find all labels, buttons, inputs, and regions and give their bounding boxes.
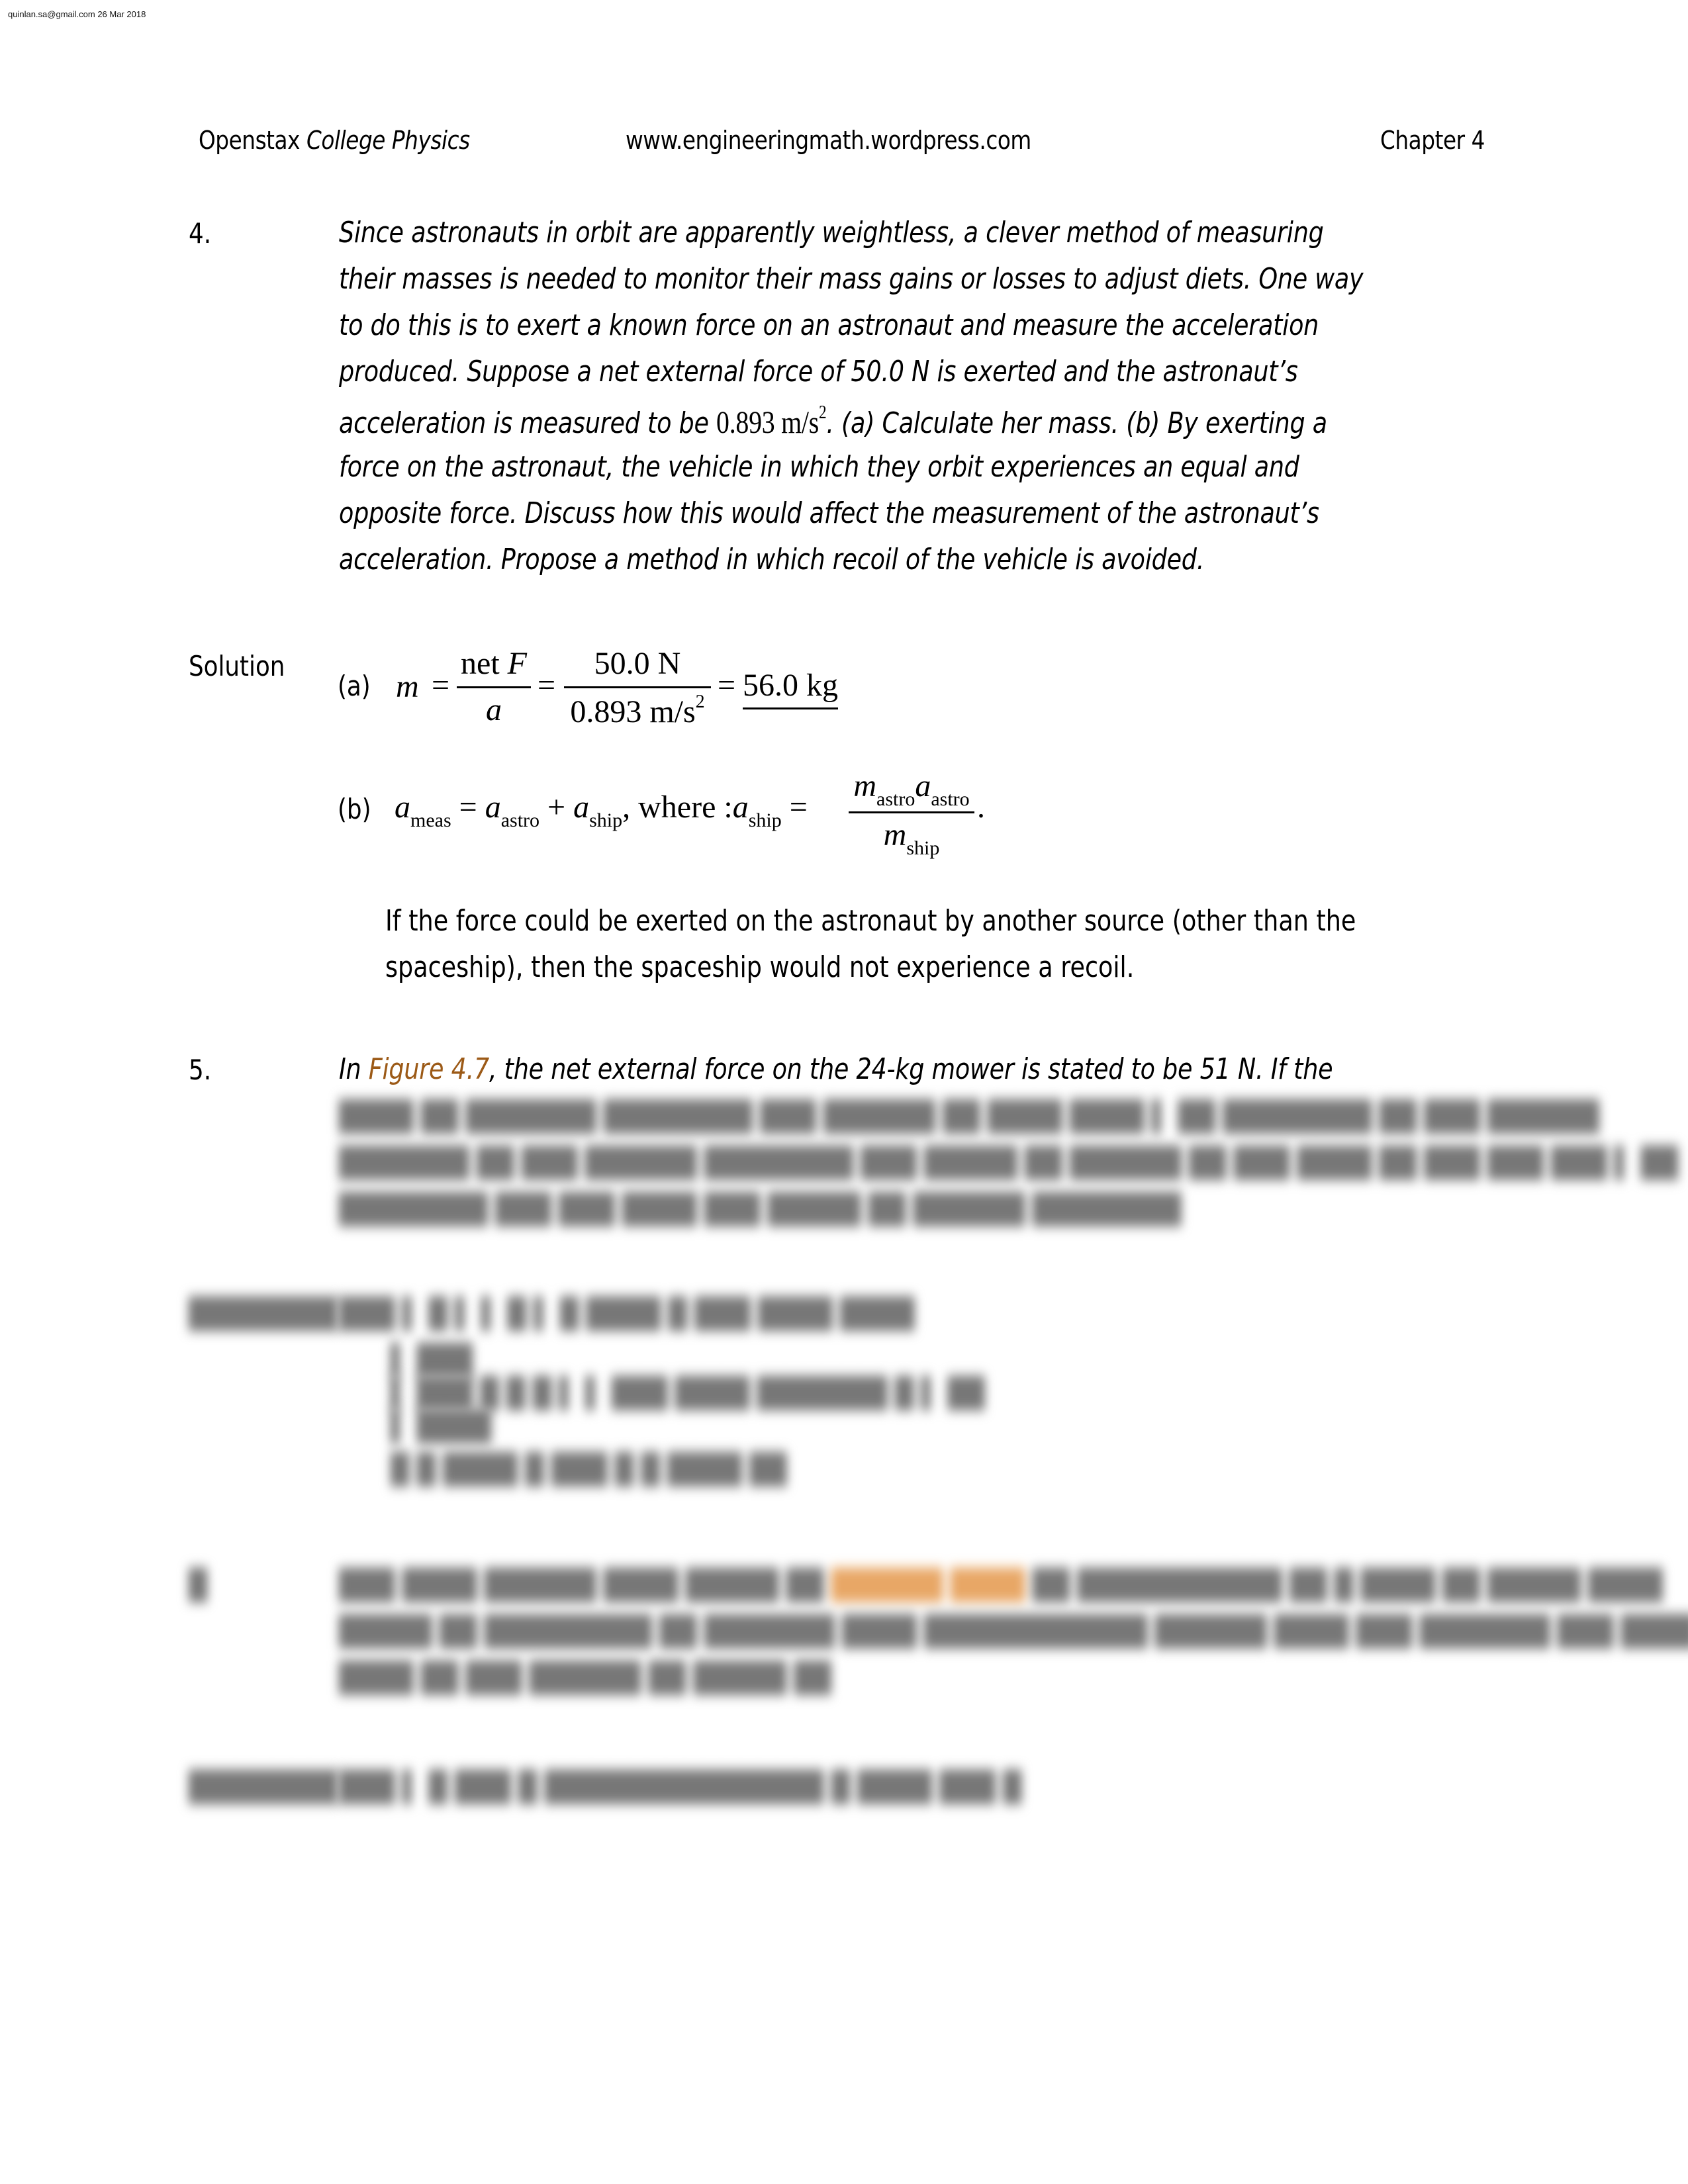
fraction-force-over-acceleration: 50.0 N 0.893 m/s2: [564, 645, 711, 731]
equals-sign: =: [538, 668, 556, 703]
fraction-denominator: a: [486, 692, 502, 727]
problem-text-line: opposite force. Discuss how this would a…: [339, 496, 1319, 530]
problem-text-line: to do this is to exert a known force on …: [339, 308, 1319, 342]
header-chapter: Chapter 4: [1380, 126, 1485, 155]
subscript: ship: [589, 809, 623, 831]
subscript: ship: [906, 837, 940, 859]
problem-text-line: acceleration. Propose a method in which …: [339, 543, 1205, 576]
subscript: astro: [500, 809, 540, 831]
mass-variable: m: [853, 768, 876, 803]
blurred-line: ████ ██ ███████ ████████ ███ ██████ ██ █…: [339, 1100, 1599, 1134]
problem-text-line: their masses is needed to monitor their …: [339, 262, 1364, 296]
exponent: 2: [695, 692, 705, 712]
blurred-line: ███ ████ ██████ ████ █████ ██ ██████ ███…: [339, 1569, 1663, 1602]
header-website[interactable]: www.engineeringmath.wordpress.com: [626, 126, 1031, 155]
fraction-numerator: 50.0 N: [594, 646, 681, 681]
accel-variable: a: [573, 790, 590, 825]
blurred-solution-label: ████████: [189, 1297, 338, 1331]
text-segment: , the net external force on the 24-kg mo…: [489, 1052, 1333, 1086]
mass-variable: m: [883, 817, 907, 852]
mass-result: 56.0 kg: [743, 667, 838, 709]
part-a-label: (a): [338, 670, 371, 702]
equals-sign: =: [432, 668, 450, 703]
fraction-ship-acceleration: mastroaastro mship: [849, 768, 974, 860]
accel-variable: a: [395, 790, 410, 825]
period: .: [977, 790, 985, 825]
blurred-line: ████████ ███ ███ ████ ███ █████ ██ █████…: [339, 1193, 1182, 1226]
equals-sign: =: [459, 790, 477, 825]
blurred-line: ▌ ███: [391, 1343, 473, 1377]
accel-variable: a: [485, 790, 501, 825]
force-variable: F: [507, 646, 527, 681]
fraction-denominator: 0.893 m/s2: [564, 692, 711, 730]
subscript: astro: [876, 788, 915, 810]
fraction-numerator: mastroaastro: [849, 768, 974, 811]
problem-text-line: Since astronauts in orbit are apparently…: [339, 216, 1324, 250]
problem-text-line: In Figure 4.7, the net external force on…: [339, 1052, 1333, 1086]
blurred-line: ▌ ███ █ █ █ ▌ ▌ ███ ████ ███████ █ ▌ ██: [391, 1377, 985, 1410]
figure-link[interactable]: Figure 4.7: [369, 1052, 489, 1086]
accel-variable: a: [732, 790, 749, 825]
plus-sign: +: [547, 790, 566, 825]
fraction-bar: [564, 686, 711, 688]
net-word: net: [461, 646, 508, 681]
explanation-line: If the force could be exerted on the ast…: [385, 904, 1356, 938]
fraction-bar: [457, 686, 531, 688]
header-book-prefix: Openstax: [199, 126, 307, 155]
equation-b: ameas = aastro + aship, where :aship =: [395, 789, 808, 832]
header-book-title: Openstax College Physics: [199, 126, 470, 155]
blurred-line: █████ ██ █████████ ██ ███████ ████ █████…: [339, 1615, 1688, 1649]
equals-sign: =: [789, 790, 808, 825]
problem-number: 4.: [189, 217, 212, 250]
blurred-problem-number: █: [189, 1569, 208, 1602]
subscript: meas: [410, 809, 451, 831]
denominator-value: 0.893 m/s: [570, 694, 696, 729]
blurred-line: ███ ▌ █ ▌ ▌ █ ▌ █ ████ █ ███ ████ ████: [339, 1297, 915, 1331]
problem-text-line: produced. Suppose a net external force o…: [339, 355, 1298, 388]
text-segment: acceleration is measured to be: [339, 406, 717, 440]
fraction-denominator: mship: [849, 817, 974, 860]
subscript: ship: [748, 809, 782, 831]
mass-variable: m: [396, 669, 419, 704]
blurred-line: █ █ ████ █ ███ █ █ ████ ██: [391, 1453, 787, 1486]
blurred-line: ████ ██ ███ ██████ ██ █████ ██: [339, 1661, 831, 1695]
problem-text-line: acceleration is measured to be 0.893 m/s…: [339, 402, 1327, 441]
accel-variable: a: [915, 768, 931, 803]
blurred-solution-label: ████████: [189, 1770, 338, 1804]
problem-number: 5.: [189, 1054, 212, 1086]
equals-sign: =: [718, 668, 736, 703]
fraction-numerator: net F: [457, 645, 531, 682]
blurred-line: ███ ▌ █ ███ █ ███████████████ █ ████ ███…: [339, 1770, 1022, 1804]
watermark-email-date: quinlan.sa@gmail.com 26 Mar 2018: [8, 9, 146, 19]
subscript: astro: [931, 788, 970, 810]
exponent: 2: [818, 402, 827, 423]
blurred-line: ▌ ████: [391, 1410, 492, 1443]
text-segment: . (a) Calculate her mass. (b) By exertin…: [826, 406, 1327, 440]
where-text: , where :: [622, 790, 733, 825]
fraction-netF-over-a: net F a: [457, 645, 531, 731]
acceleration-number: 0.893 m/s: [716, 405, 819, 440]
solution-label: Solution: [189, 650, 285, 682]
part-b-label: (b): [338, 793, 371, 825]
blurred-line: ███████ ██ ███ ██████ ████████ ███ █████…: [339, 1146, 1678, 1180]
explanation-line: spaceship), then the spaceship would not…: [385, 950, 1135, 984]
problem-text-line: force on the astronaut, the vehicle in w…: [339, 450, 1299, 484]
header-book-name: College Physics: [306, 126, 470, 155]
acceleration-value: 0.893 m/s2: [716, 402, 827, 440]
fraction-bar: [849, 811, 974, 813]
text-segment: In: [339, 1052, 369, 1086]
